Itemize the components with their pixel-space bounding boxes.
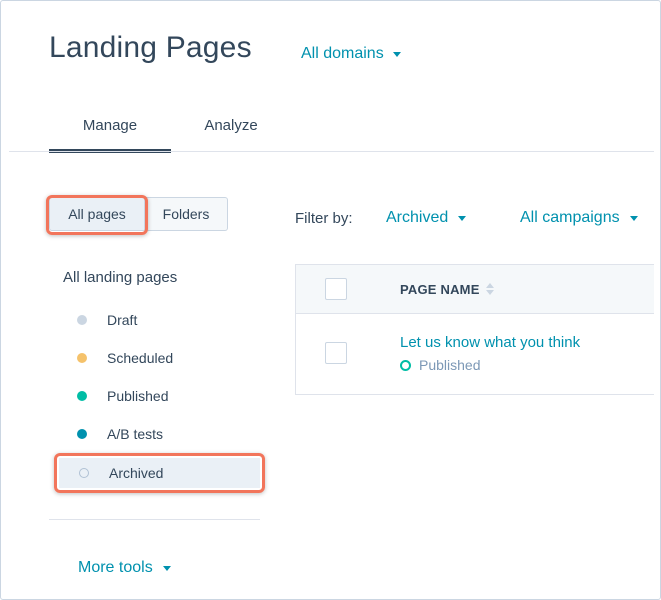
sidebar-item-label: Archived (109, 465, 164, 481)
scheduled-status-dot-icon (77, 353, 87, 363)
page-title: Landing Pages (49, 31, 252, 64)
filter-label: Filter by: (295, 210, 353, 227)
sidebar-item-scheduled[interactable]: Scheduled (57, 343, 257, 373)
sidebar-item-label: Draft (107, 312, 138, 328)
published-status-icon (400, 359, 411, 371)
tabs-divider (9, 151, 654, 152)
view-toggle: All pages Folders (49, 197, 228, 231)
more-tools-dropdown[interactable]: More tools (78, 559, 171, 577)
sidebar-item-published[interactable]: Published (57, 381, 257, 411)
sidebar-item-label: Published (107, 388, 169, 404)
app-frame: Landing Pages All domains Manage Analyze… (0, 0, 661, 600)
all-pages-toggle[interactable]: All pages (49, 197, 145, 231)
caret-down-icon (629, 215, 638, 221)
sidebar-item-ab-tests[interactable]: A/B tests (57, 419, 257, 449)
row-content: Let us know what you think Published (400, 334, 580, 373)
published-status-dot-icon (77, 391, 87, 401)
sidebar-item-label: A/B tests (107, 426, 164, 442)
page-name-column-header[interactable]: PAGE NAME (400, 282, 494, 297)
sidebar-heading[interactable]: All landing pages (63, 269, 177, 286)
domain-filter-label: All domains (301, 45, 384, 62)
pages-table: PAGE NAME Let us know what you think Pub… (295, 264, 654, 395)
row-checkbox[interactable] (325, 342, 347, 364)
select-all-checkbox[interactable] (325, 278, 347, 300)
status-filter-label: Archived (386, 209, 449, 226)
ab-test-status-dot-icon (77, 429, 87, 439)
campaign-filter-label: All campaigns (520, 209, 620, 226)
table-row: Let us know what you think Published (295, 314, 654, 395)
sidebar-divider (49, 519, 260, 520)
domain-filter-dropdown[interactable]: All domains (301, 45, 401, 63)
tab-analyze[interactable]: Analyze (171, 109, 291, 153)
sort-icon[interactable] (485, 283, 494, 295)
sidebar-item-draft[interactable]: Draft (57, 305, 257, 335)
campaign-filter-dropdown[interactable]: All campaigns (520, 209, 638, 227)
caret-down-icon (458, 215, 467, 221)
table-header: PAGE NAME (295, 264, 654, 314)
column-header-label: PAGE NAME (400, 281, 480, 297)
caret-down-icon (392, 51, 401, 57)
draft-status-dot-icon (77, 315, 87, 325)
page-status: Published (400, 357, 580, 373)
more-tools-label: More tools (78, 559, 153, 576)
sidebar-item-archived[interactable]: Archived (59, 458, 260, 488)
tab-manage[interactable]: Manage (49, 109, 171, 153)
page-status-label: Published (419, 357, 481, 373)
tab-bar: Manage Analyze (49, 109, 291, 153)
archived-status-dot-icon (79, 468, 89, 478)
page-name-link[interactable]: Let us know what you think (400, 334, 580, 351)
status-filter-dropdown[interactable]: Archived (386, 209, 467, 227)
sidebar-item-label: Scheduled (107, 350, 174, 366)
caret-down-icon (162, 565, 171, 571)
folders-toggle[interactable]: Folders (145, 197, 228, 231)
